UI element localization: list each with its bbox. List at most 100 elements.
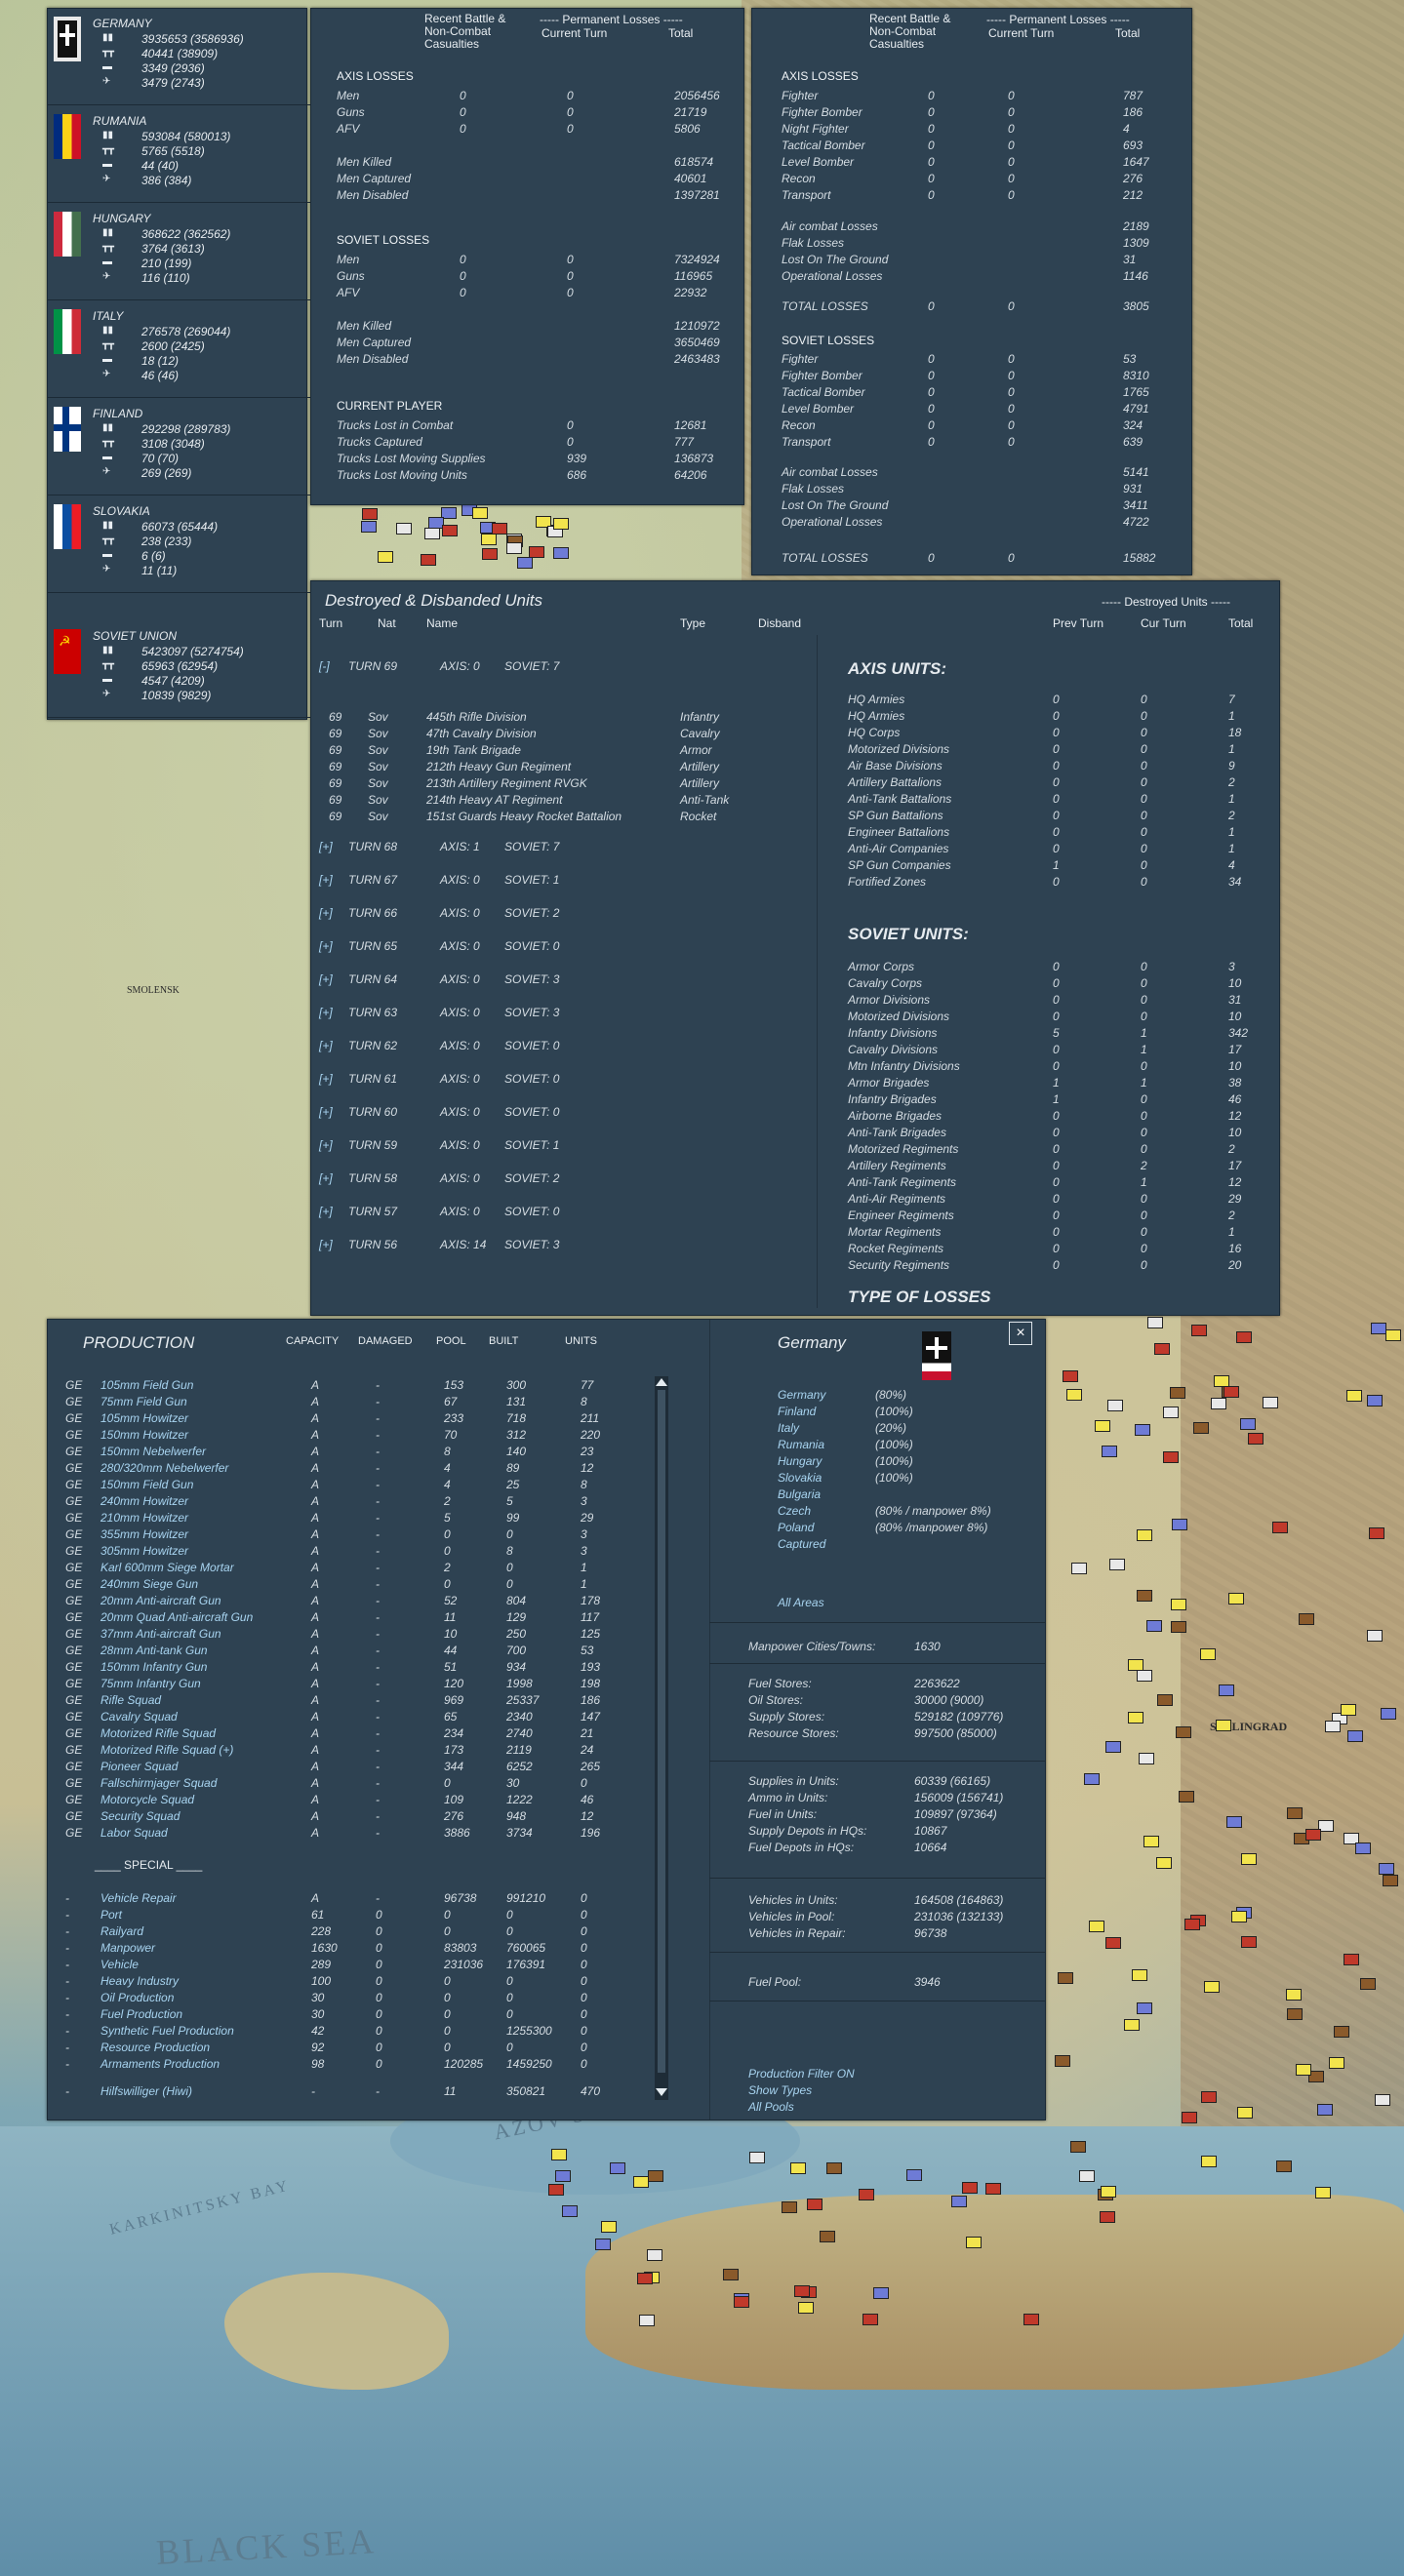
unit-counter[interactable] <box>862 2314 879 2326</box>
unit-counter[interactable] <box>1215 1719 1231 1731</box>
unit-counter[interactable] <box>552 546 569 559</box>
unit-counter[interactable] <box>551 2149 568 2161</box>
unit-counter[interactable] <box>1139 1752 1155 1764</box>
unit-counter[interactable] <box>1240 1936 1257 1949</box>
unit-counter[interactable] <box>794 2284 811 2297</box>
unit-counter[interactable] <box>1231 1911 1248 1923</box>
unit-counter[interactable] <box>1108 1559 1125 1571</box>
unit-counter[interactable] <box>492 523 508 535</box>
unit-counter[interactable] <box>1055 2055 1070 2068</box>
production-row[interactable]: GE 150mm Infantry Gun A - 51 934 193 <box>48 1660 643 1677</box>
unit-counter[interactable] <box>1162 1406 1179 1418</box>
unit-counter[interactable] <box>1368 1527 1384 1540</box>
unit-counter[interactable] <box>1384 1328 1401 1341</box>
unit-counter[interactable] <box>1101 1446 1117 1458</box>
country-name[interactable]: Finland <box>778 1405 816 1418</box>
unit-counter[interactable] <box>1101 2186 1117 2199</box>
country-name[interactable]: Rumania <box>778 1438 824 1451</box>
unit-counter[interactable] <box>1314 2187 1331 2200</box>
unit-counter[interactable] <box>1137 2002 1153 2015</box>
country-list-row[interactable]: Finland (100%) <box>48 1405 913 1421</box>
unit-counter[interactable] <box>1367 1629 1384 1642</box>
country-list-row[interactable]: Czech (80% / manpower 8%) <box>48 1504 991 1521</box>
unit-counter[interactable] <box>1354 1843 1371 1855</box>
unit-counter[interactable] <box>1088 1920 1104 1932</box>
unit-counter[interactable] <box>1378 1863 1394 1876</box>
unit-counter[interactable] <box>441 525 458 536</box>
toggle-collapse[interactable]: [-] <box>319 659 330 673</box>
unit-counter[interactable] <box>1200 2091 1217 2104</box>
scroll-up-arrow[interactable] <box>656 1378 667 1386</box>
unit-counter[interactable] <box>1193 1422 1210 1435</box>
unit-counter[interactable] <box>1346 1729 1363 1742</box>
unit-counter[interactable] <box>637 2272 654 2284</box>
country-name[interactable]: Poland <box>778 1521 814 1534</box>
unit-counter[interactable] <box>1182 2112 1198 2124</box>
unit-counter[interactable] <box>1078 2170 1095 2183</box>
unit-counter[interactable] <box>1156 1694 1173 1707</box>
unit-counter[interactable] <box>1023 2314 1039 2326</box>
unit-counter[interactable] <box>609 2161 625 2174</box>
unit-counter[interactable] <box>601 2220 618 2233</box>
unit-counter[interactable] <box>481 548 498 561</box>
unit-counter[interactable] <box>1218 1684 1234 1697</box>
unit-counter[interactable] <box>1137 1529 1153 1542</box>
special-row[interactable]: - Synthetic Fuel Production 42 0 0 1255300 0 <box>48 2024 643 2041</box>
country-name[interactable]: Slovakia <box>778 1471 822 1485</box>
unit-counter[interactable] <box>362 507 379 520</box>
country-list-row[interactable]: Hungary (100%) <box>48 1454 913 1471</box>
turn-row-expanded[interactable]: [-] TURN 69 AXIS: 0 SOVIET: 7 <box>311 659 799 676</box>
unit-counter[interactable] <box>646 2249 662 2262</box>
unit-counter[interactable] <box>1179 1790 1195 1803</box>
unit-counter[interactable] <box>480 534 497 546</box>
unit-counter[interactable] <box>506 542 523 555</box>
unit-counter[interactable] <box>1374 2094 1390 2107</box>
unit-counter[interactable] <box>377 550 393 563</box>
unit-counter[interactable] <box>1204 1981 1221 1994</box>
unit-counter[interactable] <box>1106 1400 1123 1412</box>
special-row[interactable]: - Manpower 1630 0 83803 760065 0 <box>48 1941 643 1958</box>
special-row[interactable]: - Fuel Production 30 0 0 0 0 <box>48 2007 643 2024</box>
unit-counter[interactable] <box>1334 2026 1350 2039</box>
country-name[interactable]: Captured <box>778 1537 825 1551</box>
unit-counter[interactable] <box>1183 1919 1200 1931</box>
production-filter-link[interactable]: Production Filter ON <box>748 2067 855 2081</box>
unit-counter[interactable] <box>1145 1619 1162 1632</box>
unit-counter[interactable] <box>1340 1704 1356 1717</box>
unit-counter[interactable] <box>1263 1397 1279 1409</box>
unit-counter[interactable] <box>1070 2141 1087 2154</box>
unit-counter[interactable] <box>1271 1521 1288 1533</box>
unit-counter[interactable] <box>1070 1562 1087 1574</box>
unit-counter[interactable] <box>734 2295 750 2308</box>
unit-counter[interactable] <box>1345 1389 1362 1402</box>
unit-counter[interactable] <box>1095 1419 1111 1432</box>
unit-counter[interactable] <box>1211 1398 1227 1410</box>
unit-counter[interactable] <box>1154 1342 1171 1355</box>
unit-counter[interactable] <box>1065 1388 1082 1401</box>
unit-counter[interactable] <box>1226 1816 1243 1829</box>
production-row[interactable]: GE 37mm Anti-aircraft Gun A - 10 250 125 <box>48 1627 643 1644</box>
unit-counter[interactable] <box>555 2169 572 2182</box>
country-list-row[interactable]: Captured <box>48 1537 825 1554</box>
unit-counter[interactable] <box>789 2161 806 2174</box>
all-areas-link[interactable]: All Areas <box>778 1596 824 1609</box>
production-row[interactable]: GE 28mm Anti-tank Gun A - 44 700 53 <box>48 1644 643 1660</box>
production-scrollbar[interactable] <box>655 1376 668 2100</box>
production-row[interactable]: GE Karl 600mm Siege Mortar A - 2 0 1 <box>48 1561 643 1577</box>
country-list-row[interactable]: Germany (80%) <box>48 1388 906 1405</box>
unit-counter[interactable] <box>1235 1331 1252 1344</box>
unit-counter[interactable] <box>1344 1953 1360 1965</box>
unit-counter[interactable] <box>1124 2018 1141 2031</box>
production-row[interactable]: GE 240mm Siege Gun A - 0 0 1 <box>48 1577 643 1594</box>
unit-counter[interactable] <box>1132 1968 1148 1981</box>
country-list-row[interactable]: Italy (20%) <box>48 1421 906 1438</box>
country-name[interactable]: Bulgaria <box>778 1487 821 1501</box>
special-row[interactable]: - Resource Production 92 0 0 0 0 <box>48 2041 643 2057</box>
unit-counter[interactable] <box>1105 1740 1122 1753</box>
unit-counter[interactable] <box>1136 1590 1152 1603</box>
unit-counter[interactable] <box>1316 2103 1333 2116</box>
unit-counter[interactable] <box>1286 2007 1303 2020</box>
unit-counter[interactable] <box>1170 1621 1186 1634</box>
country-list-row[interactable]: Poland (80% /manpower 8%) <box>48 1521 987 1537</box>
unit-counter[interactable] <box>820 2231 836 2243</box>
